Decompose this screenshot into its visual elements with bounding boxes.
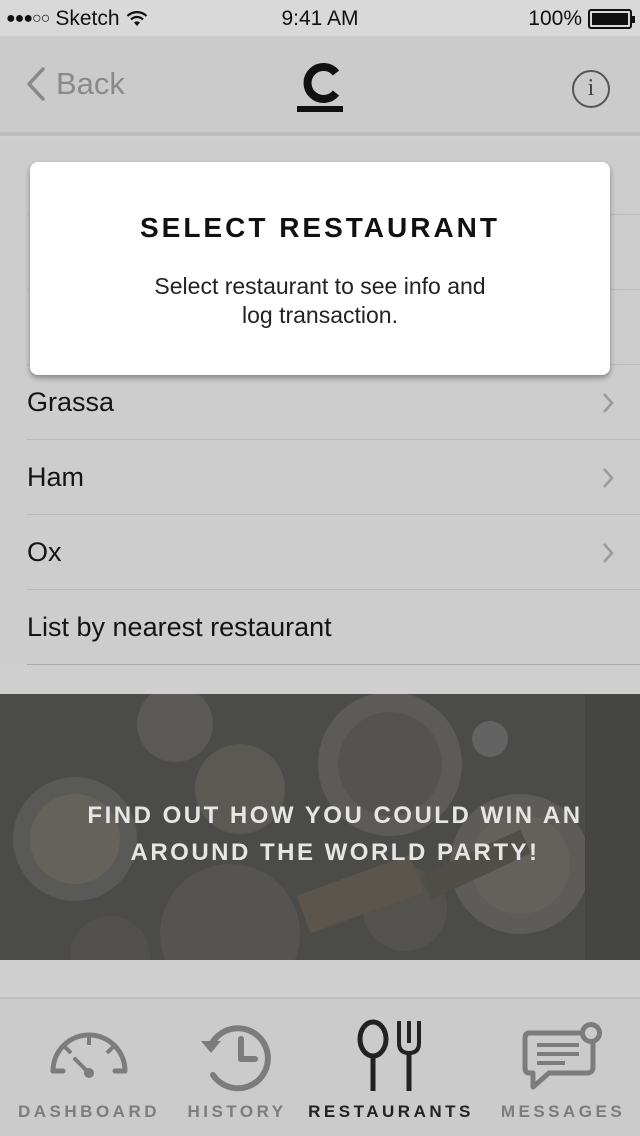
tab-restaurants[interactable]: RESTAURANTS: [296, 999, 486, 1136]
restaurant-name: Grassa: [27, 386, 115, 417]
list-by-nearest-button[interactable]: List by nearest restaurant: [27, 590, 640, 665]
restaurant-name: Ham: [27, 461, 85, 492]
tab-label: MESSAGES: [500, 1102, 626, 1121]
chevron-left-icon: [27, 67, 45, 101]
list-item-ox[interactable]: Ox: [27, 515, 640, 590]
status-right: 100%: [528, 7, 635, 31]
gauge-icon: [50, 1032, 128, 1078]
info-icon[interactable]: i: [572, 70, 610, 108]
tab-bar: DASHBOARD HISTORY RESTAURANTS MESSAGES: [0, 997, 640, 1136]
tab-history[interactable]: HISTORY: [178, 999, 296, 1136]
banner-line-1: FIND OUT HOW YOU COULD WIN AN: [87, 802, 583, 829]
back-label: Back: [56, 66, 125, 101]
list-item-grassa[interactable]: Grassa: [27, 365, 640, 440]
battery-percent: 100%: [528, 7, 582, 30]
history-clock-icon: [201, 1025, 271, 1092]
restaurant-name: Ox: [27, 536, 62, 567]
list-item-ham[interactable]: Ham: [27, 440, 640, 515]
modal-title: SELECT RESTAURANT: [139, 212, 501, 243]
banner-line-2: AROUND THE WORLD PARTY!: [130, 839, 540, 866]
status-bar: ●●●○○ Sketch 9:41 AM 100%: [0, 0, 640, 36]
tab-dashboard[interactable]: DASHBOARD: [0, 999, 178, 1136]
chevron-right-icon: [603, 543, 614, 563]
tab-label: RESTAURANTS: [308, 1102, 474, 1121]
modal-body: Select restaurant to see info and log tr…: [154, 273, 486, 328]
brand-logo-icon: [297, 63, 343, 112]
tab-label: HISTORY: [187, 1102, 287, 1121]
list-by-nearest-label: List by nearest restaurant: [27, 611, 332, 642]
fork-spoon-icon: [357, 1019, 421, 1091]
battery-icon: [588, 9, 635, 29]
select-restaurant-modal[interactable]: SELECT RESTAURANT Select restaurant to s…: [30, 162, 610, 375]
banner-text: FIND OUT HOW YOU COULD WIN AN AROUND THE…: [0, 797, 640, 871]
tab-label: DASHBOARD: [18, 1102, 160, 1121]
message-bubble-icon: [522, 1022, 602, 1090]
navigation-bar: Back i: [0, 36, 640, 136]
chevron-right-icon: [603, 393, 614, 413]
back-button[interactable]: Back: [26, 66, 125, 102]
promo-banner[interactable]: FIND OUT HOW YOU COULD WIN AN AROUND THE…: [0, 694, 640, 960]
chevron-right-icon: [603, 468, 614, 488]
tab-messages[interactable]: MESSAGES: [486, 999, 640, 1136]
